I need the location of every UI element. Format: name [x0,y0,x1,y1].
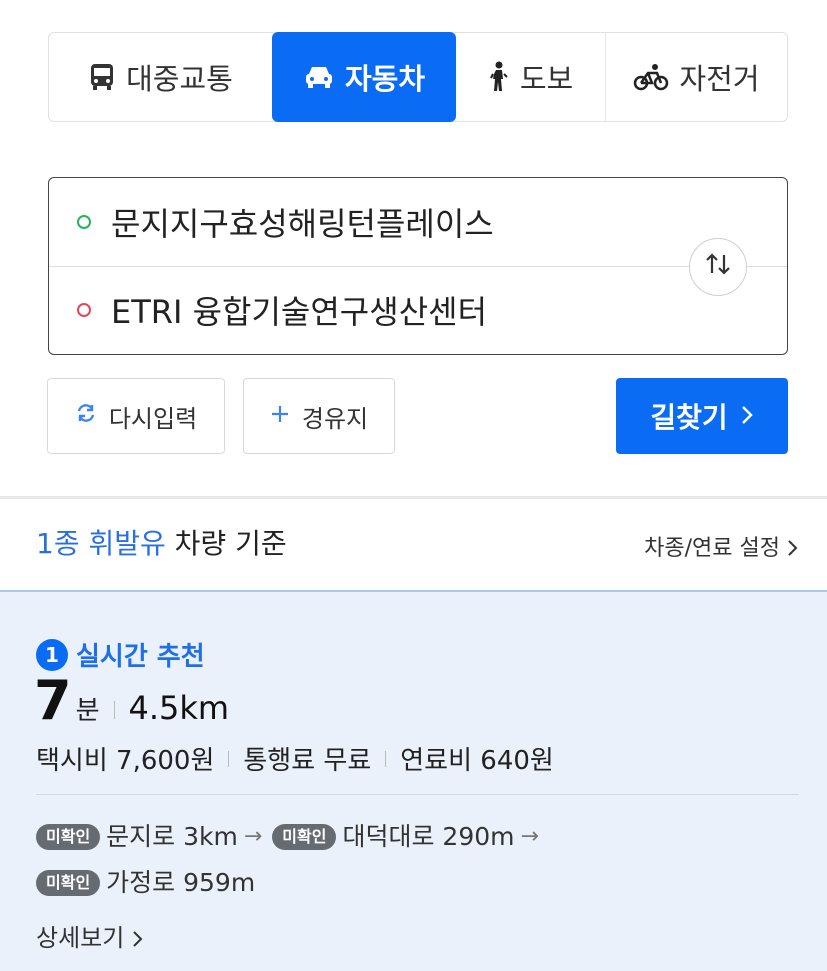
fuel-basis-text: 차량 기준 [165,527,287,560]
arrow-right-icon: → [243,824,263,849]
waypoint-label: 경유지 [301,404,369,433]
tab-label: 대중교통 [126,62,233,96]
car-icon [303,64,335,90]
view-details-link[interactable]: 상세보기 [36,918,144,953]
fuel-basis: 1종 휘발유 차량 기준 [36,522,287,562]
arrow-right-icon: → [520,824,539,849]
road-line: 미확인 문지로 3km → 미확인 대덕대로 290m → [36,814,796,860]
tab-walk[interactable]: 도보 [456,33,605,121]
reset-button[interactable]: 다시입력 [47,378,225,454]
tab-bicycle[interactable]: 자전거 [605,33,787,121]
bicycle-icon [633,63,669,91]
tab-label: 자동차 [344,62,426,96]
travel-time-unit: 분 [75,696,100,726]
setting-label: 차종/연료 설정 [644,536,780,561]
unverified-badge: 미확인 [272,824,337,850]
chevron-right-icon [787,536,799,561]
transport-mode-tabs: 대중교통 자동차 도보 자전거 [48,32,788,122]
swap-icon [703,251,733,284]
route-result-card[interactable]: 1 실시간 추천 7 분 4.5km 택시비 7,600원 통행료 무료 연료비… [0,590,827,971]
travel-time-value: 7 [34,669,72,732]
travel-summary: 7 분 4.5km [34,674,229,728]
destination-text: ETRI 융합기술연구생산센터 [111,293,488,331]
rank-badge: 1 [36,638,68,671]
destination-dot-icon [77,303,91,317]
vehicle-fuel-setting-link[interactable]: 차종/연료 설정 [644,530,799,562]
swap-button[interactable] [689,238,747,296]
tab-label: 자전거 [679,62,760,96]
origin-dot-icon [77,215,91,229]
walk-icon [488,61,510,93]
card-divider [36,794,799,795]
add-waypoint-button[interactable]: 경유지 [243,378,395,454]
unverified-badge: 미확인 [36,870,101,896]
toll-fee: 통행료 무료 [243,746,372,776]
section-divider [0,496,827,499]
chevron-right-icon [740,400,754,433]
summary-separator [113,701,115,719]
find-route-button[interactable]: 길찾기 [616,378,788,454]
tab-public-transit[interactable]: 대중교통 [49,33,272,121]
chevron-right-icon [132,924,144,952]
road-list: 미확인 문지로 3km → 미확인 대덕대로 290m → 미확인 가정로 95… [36,814,796,906]
cost-separator [228,750,230,767]
refresh-icon [75,402,97,430]
fuel-cost: 연료비 640원 [400,746,554,776]
origin-text: 문지지구효성해링턴플레이스 [111,205,494,243]
taxi-fare: 택시비 7,600원 [36,746,215,776]
find-route-label: 길찾기 [650,401,728,434]
tab-label: 도보 [519,62,574,96]
road-segment: 대덕대로 290m [342,822,515,851]
tab-car[interactable]: 자동차 [272,32,456,122]
cost-separator [385,750,387,767]
origin-field[interactable]: 문지지구효성해링턴플레이스 [49,178,787,266]
road-segment: 문지로 3km [106,822,238,851]
fuel-type: 1종 휘발유 [36,527,166,560]
reset-label: 다시입력 [108,404,198,433]
bus-icon [88,62,116,92]
cost-info: 택시비 7,600원 통행료 무료 연료비 640원 [36,740,554,777]
travel-distance: 4.5km [128,689,230,727]
unverified-badge: 미확인 [36,824,101,850]
destination-field[interactable]: ETRI 융합기술연구생산센터 [49,266,787,354]
recommendation-tag: 1 실시간 추천 [36,636,205,673]
road-line: 미확인 가정로 959m [36,860,796,906]
route-input-box: 문지지구효성해링턴플레이스 ETRI 융합기술연구생산센터 [48,177,788,355]
plus-icon [270,402,290,430]
road-segment: 가정로 959m [106,868,256,897]
recommendation-label: 실시간 추천 [76,642,205,672]
details-label: 상세보기 [36,924,125,952]
